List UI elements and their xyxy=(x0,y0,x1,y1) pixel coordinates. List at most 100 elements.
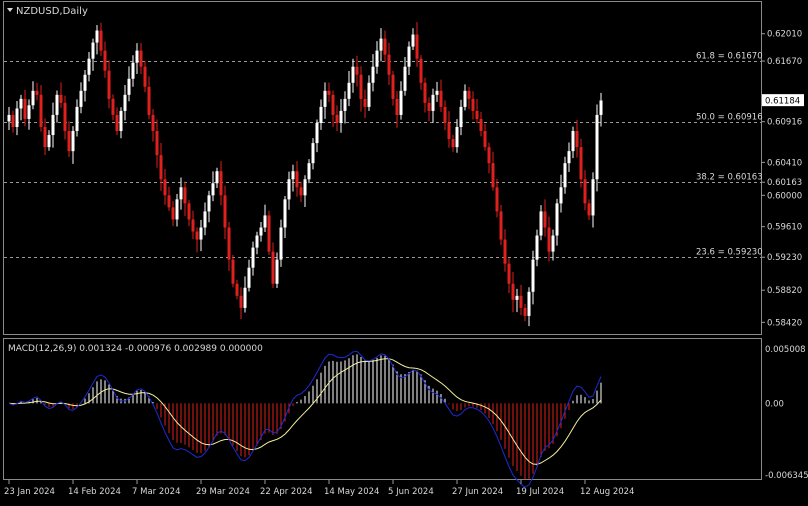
candle-body xyxy=(359,74,363,99)
grid-layer: 61.8 = 0.61670 50.0 = 0.60916 38.2 = 0.601… xyxy=(4,52,763,258)
macd-tick-label: 0.00 xyxy=(765,399,784,409)
candle-body xyxy=(91,42,95,59)
candle-body xyxy=(403,66,407,91)
candle-body xyxy=(515,295,519,300)
candle-body xyxy=(419,58,423,83)
candle-body xyxy=(55,94,59,115)
candle-body xyxy=(135,50,139,63)
price-tick-label: 0.60000 xyxy=(767,191,802,201)
candle-body xyxy=(247,267,251,288)
candle-body xyxy=(511,283,515,300)
candle-body xyxy=(379,38,383,51)
candle-body xyxy=(435,90,439,95)
fib-label: 61.8 = 0.61670 xyxy=(696,52,763,62)
candle-body xyxy=(591,179,595,216)
candle-body xyxy=(99,30,103,51)
candle-body xyxy=(503,239,507,264)
candle-body xyxy=(111,98,115,115)
candle-body xyxy=(367,82,371,107)
candle-body xyxy=(47,135,51,148)
dropdown-triangle-icon[interactable] xyxy=(7,8,13,12)
candle-body xyxy=(531,259,535,292)
candle-body xyxy=(139,50,143,67)
candle-body xyxy=(499,211,503,240)
candle-body xyxy=(255,235,259,248)
candle-body xyxy=(447,122,451,140)
candle-layer xyxy=(7,22,603,327)
candle-body xyxy=(87,58,91,75)
candle-body xyxy=(519,295,523,308)
candle-body xyxy=(375,50,379,67)
symbol-label: NZDUSD,Daily xyxy=(16,6,88,17)
candle-body xyxy=(547,227,551,252)
candle-body xyxy=(191,219,195,232)
candle-body xyxy=(339,110,343,123)
current-price-label: 0.61184 xyxy=(765,97,800,107)
candle-body xyxy=(303,179,307,196)
candle-body xyxy=(443,106,447,123)
candle-body xyxy=(235,283,239,296)
chart-root: 61.8 = 0.61670 50.0 = 0.60916 38.2 = 0.601… xyxy=(0,0,808,502)
nzdusd-chart[interactable]: 61.8 = 0.61670 50.0 = 0.60916 38.2 = 0.601… xyxy=(0,0,808,502)
date-tick-label: 27 Jun 2024 xyxy=(452,487,503,497)
candle-body xyxy=(423,82,427,103)
candle-body xyxy=(487,147,491,164)
fib-label: 23.6 = 0.59230 xyxy=(696,248,763,258)
candle-body xyxy=(563,163,567,188)
candle-body xyxy=(399,90,403,115)
candle-body xyxy=(51,114,55,136)
candle-body xyxy=(335,114,339,123)
price-tick-label: 0.61670 xyxy=(767,57,802,67)
candle-body xyxy=(183,187,187,204)
date-tick-label: 12 Aug 2024 xyxy=(580,487,634,497)
candle-body xyxy=(163,179,167,196)
candle-body xyxy=(575,131,579,148)
candle-body xyxy=(19,98,23,109)
candle-body xyxy=(75,106,79,132)
candle-body xyxy=(171,207,175,220)
candle-body xyxy=(363,98,367,107)
candle-body xyxy=(11,114,15,127)
candle-body xyxy=(291,171,295,180)
candle-body xyxy=(271,251,275,284)
candle-body xyxy=(31,90,35,106)
candle-body xyxy=(287,179,291,200)
date-tick-label: 22 Apr 2024 xyxy=(260,487,313,497)
candle-body xyxy=(151,114,155,132)
candle-body xyxy=(331,94,335,115)
date-tick-label: 23 Jan 2024 xyxy=(4,487,55,497)
candle-body xyxy=(275,259,279,284)
candle-body xyxy=(167,195,171,208)
signal-line xyxy=(8,358,602,465)
candle-body xyxy=(219,171,223,196)
candle-body xyxy=(95,30,99,43)
candle-body xyxy=(259,227,263,236)
price-tick-label: 0.59230 xyxy=(767,253,802,263)
candle-body xyxy=(391,74,395,99)
candle-body xyxy=(491,163,495,188)
candle-body xyxy=(495,187,499,212)
macd-panel-frame xyxy=(3,338,762,480)
candle-body xyxy=(311,143,315,164)
candle-body xyxy=(427,102,431,111)
candle-body xyxy=(243,287,247,308)
candle-body xyxy=(123,94,127,111)
fib-label: 38.2 = 0.60163 xyxy=(696,173,763,183)
candle-body xyxy=(583,179,587,204)
candle-body xyxy=(63,102,67,132)
candle-body xyxy=(279,227,283,260)
candle-body xyxy=(155,131,159,156)
date-tick-label: 5 Jun 2024 xyxy=(388,487,434,497)
candle-body xyxy=(587,203,591,216)
candle-body xyxy=(439,90,443,107)
candle-body xyxy=(543,211,547,228)
candle-body xyxy=(67,131,71,152)
candle-body xyxy=(567,151,571,164)
candle-body xyxy=(251,247,255,268)
fib-label: 50.0 = 0.60916 xyxy=(696,113,763,123)
candle-body xyxy=(355,66,359,75)
candle-body xyxy=(451,139,455,148)
candle-body xyxy=(199,227,203,240)
candle-body xyxy=(267,215,271,252)
candle-body xyxy=(295,171,299,188)
